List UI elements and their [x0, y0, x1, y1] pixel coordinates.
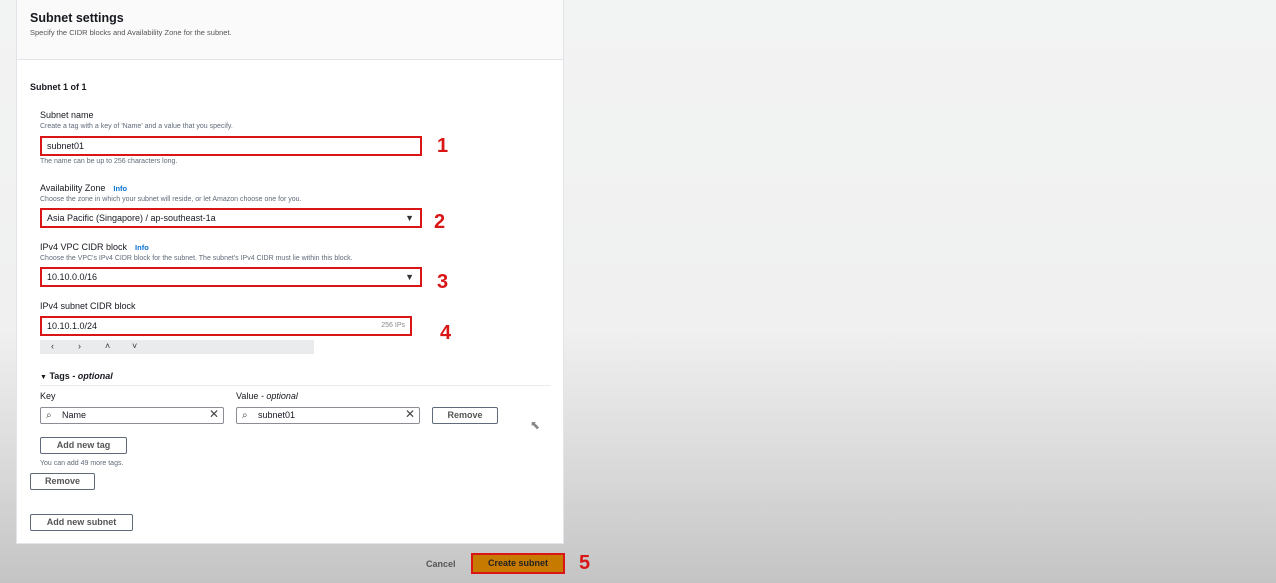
add-new-subnet-button[interactable]: Add new subnet: [30, 514, 133, 531]
page-title: Subnet settings: [30, 11, 124, 25]
vpc-cidr-value: 10.10.0.0/16: [47, 272, 98, 282]
subnet-name-hint: Create a tag with a key of 'Name' and a …: [40, 123, 233, 130]
clear-icon[interactable]: ✕: [405, 407, 415, 422]
create-subnet-button[interactable]: Create subnet: [471, 553, 565, 574]
chevron-right-icon[interactable]: ›: [78, 341, 81, 351]
tag-value-input[interactable]: ⌕ subnet01 ✕: [236, 407, 420, 424]
cidr-navigation-bar: ‹ › ˄ ˅: [40, 340, 314, 354]
chevron-down-icon: ▼: [405, 272, 414, 282]
availability-zone-info-link[interactable]: Info: [113, 184, 127, 193]
vpc-cidr-hint: Choose the VPC's IPv4 CIDR block for the…: [40, 255, 353, 262]
vpc-cidr-label: IPv4 VPC CIDR block Info: [40, 242, 149, 252]
subnet-cidr-input[interactable]: 10.10.1.0/24 256 IPs: [40, 316, 412, 336]
tag-value-label: Value - optional: [236, 391, 298, 401]
availability-zone-hint: Choose the zone in which your subnet wil…: [40, 196, 302, 203]
annotation-4: 4: [440, 322, 452, 344]
vpc-cidr-select[interactable]: 10.10.0.0/16 ▼: [40, 267, 422, 287]
tags-limit-note: You can add 49 more tags.: [40, 460, 124, 467]
subnet-name-label: Subnet name: [40, 110, 94, 120]
tag-value-optional: - optional: [260, 391, 298, 401]
tags-expander[interactable]: ▼ Tags - optional: [40, 371, 113, 381]
search-icon: ⌕: [46, 410, 52, 421]
remove-tag-button[interactable]: Remove: [432, 407, 498, 424]
subnet-name-input[interactable]: subnet01: [40, 136, 422, 156]
search-icon: ⌕: [242, 410, 248, 421]
availability-zone-label: Availability Zone Info: [40, 183, 127, 193]
ip-count: 256 IPs: [381, 322, 405, 329]
subnet-name-value: subnet01: [47, 141, 85, 151]
chevron-down-icon[interactable]: ˅: [132, 341, 137, 351]
availability-zone-label-text: Availability Zone: [40, 183, 106, 193]
subnet-name-constraint: The name can be up to 256 characters lon…: [40, 158, 178, 165]
annotation-3: 3: [437, 271, 449, 293]
caret-down-icon: ▼: [40, 374, 47, 381]
page-description: Specify the CIDR blocks and Availability…: [30, 28, 232, 37]
chevron-up-icon[interactable]: ˄: [105, 341, 110, 351]
tag-key-label: Key: [40, 391, 56, 401]
subnet-cidr-label: IPv4 subnet CIDR block: [40, 301, 136, 311]
mouse-cursor-icon: ⬉: [530, 418, 541, 432]
tag-value-label-text: Value: [236, 391, 259, 401]
remove-subnet-button[interactable]: Remove: [30, 473, 95, 490]
vpc-cidr-info-link[interactable]: Info: [135, 243, 149, 252]
tags-optional: - optional: [72, 371, 113, 381]
tag-key-value: Name: [62, 410, 87, 420]
tags-title: Tags: [49, 371, 70, 381]
subnet-settings-header: Subnet settings Specify the CIDR blocks …: [16, 0, 564, 60]
vpc-cidr-label-text: IPv4 VPC CIDR block: [40, 242, 128, 252]
clear-icon[interactable]: ✕: [209, 407, 219, 422]
availability-zone-select[interactable]: Asia Pacific (Singapore) / ap-southeast-…: [40, 208, 422, 228]
tag-value-value: subnet01: [258, 410, 296, 420]
chevron-down-icon: ▼: [405, 213, 414, 223]
subnet-count: Subnet 1 of 1: [30, 82, 87, 92]
annotation-5: 5: [579, 552, 591, 574]
tags-divider: [40, 385, 551, 386]
tag-key-input[interactable]: ⌕ Name ✕: [40, 407, 224, 424]
cancel-button[interactable]: Cancel: [426, 559, 456, 569]
subnet-cidr-value: 10.10.1.0/24: [47, 321, 98, 331]
availability-zone-value: Asia Pacific (Singapore) / ap-southeast-…: [47, 213, 216, 223]
chevron-left-icon[interactable]: ‹: [51, 341, 54, 351]
annotation-1: 1: [437, 135, 449, 157]
annotation-2: 2: [434, 211, 446, 233]
add-new-tag-button[interactable]: Add new tag: [40, 437, 127, 454]
